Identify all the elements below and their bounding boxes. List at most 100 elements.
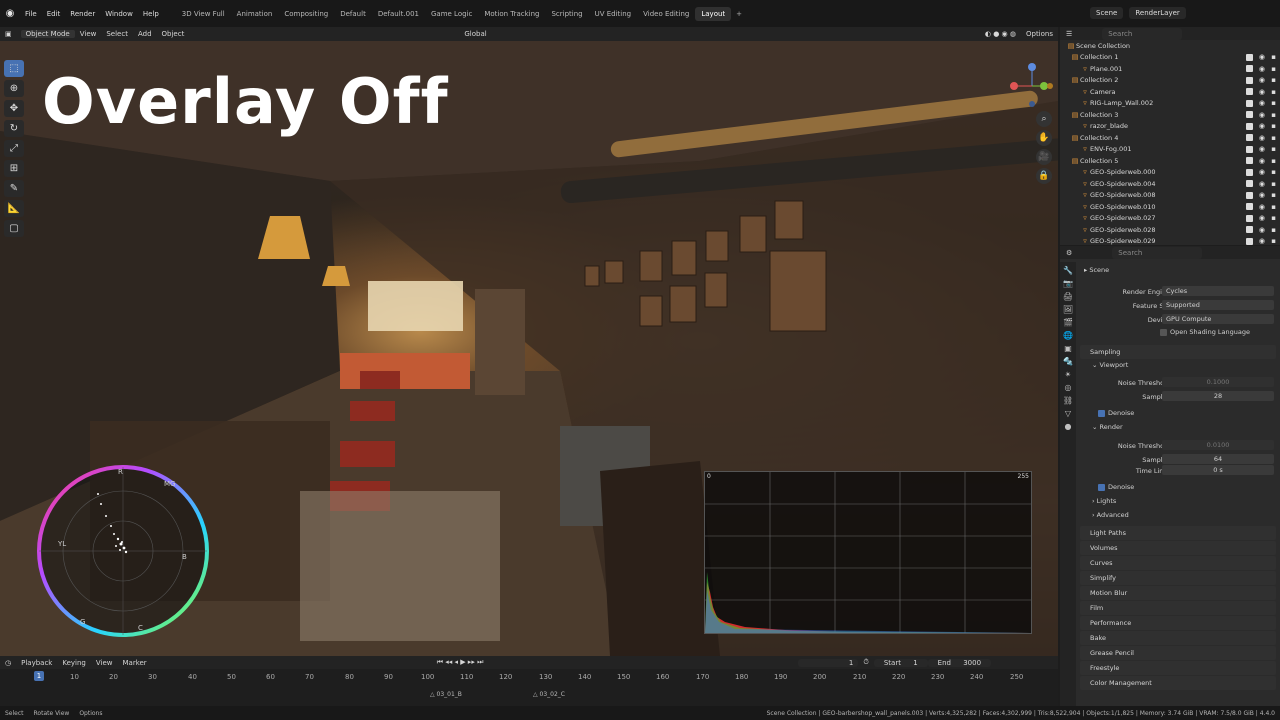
exclude-checkbox[interactable] xyxy=(1246,53,1253,61)
render-camera-icon[interactable]: ▪ xyxy=(1271,157,1276,165)
render-camera-icon[interactable]: ▪ xyxy=(1271,134,1276,142)
exclude-checkbox[interactable] xyxy=(1246,65,1253,73)
tab-game-logic[interactable]: Game Logic xyxy=(425,7,478,21)
lock-icon[interactable]: 🔒 xyxy=(1036,168,1052,184)
menu-edit[interactable]: Edit xyxy=(42,10,66,18)
measure-tool-icon[interactable]: 📐 xyxy=(4,200,24,217)
tab-motion-tracking[interactable]: Motion Tracking xyxy=(478,7,545,21)
eye-icon[interactable]: ◉ xyxy=(1259,99,1265,107)
section-grease-pencil[interactable]: Grease Pencil xyxy=(1080,646,1276,660)
outliner-row[interactable]: ▿ RIG-Lamp_Wall.002 ◉ ▪ xyxy=(1060,98,1280,110)
section-motion-blur[interactable]: Motion Blur xyxy=(1080,586,1276,600)
exclude-checkbox[interactable] xyxy=(1246,191,1253,199)
exclude-checkbox[interactable] xyxy=(1246,111,1253,119)
menu-timeline-view[interactable]: View xyxy=(91,659,118,667)
menu-file[interactable]: File xyxy=(20,10,42,18)
vp-noise-field[interactable]: 0.1000 xyxy=(1162,377,1274,387)
exclude-checkbox[interactable] xyxy=(1246,180,1253,188)
transform-orientation-dropdown[interactable]: Global xyxy=(459,30,491,38)
annotate-tool-icon[interactable]: ✎ xyxy=(4,180,24,197)
outliner-row[interactable]: ▿ GEO-Spiderweb.027 ◉ ▪ xyxy=(1060,213,1280,225)
current-frame-field[interactable]: 1 xyxy=(798,658,859,667)
scene-field[interactable]: Scene xyxy=(1090,7,1124,19)
menu-window[interactable]: Window xyxy=(100,10,138,18)
section-color-management[interactable]: Color Management xyxy=(1080,676,1276,690)
render-camera-icon[interactable]: ▪ xyxy=(1271,203,1276,211)
section-volumes[interactable]: Volumes xyxy=(1080,541,1276,555)
exclude-checkbox[interactable] xyxy=(1246,203,1253,211)
eye-icon[interactable]: ◉ xyxy=(1259,157,1265,165)
section-light-paths[interactable]: Light Paths xyxy=(1080,526,1276,540)
add-cube-tool-icon[interactable]: ▢ xyxy=(4,220,24,237)
pan-hand-icon[interactable]: ✋ xyxy=(1036,130,1052,146)
tab-layout[interactable]: Layout xyxy=(695,6,732,21)
render-camera-icon[interactable]: ▪ xyxy=(1271,122,1276,130)
menu-object[interactable]: Object xyxy=(157,30,190,38)
menu-help[interactable]: Help xyxy=(138,10,164,18)
section-bake[interactable]: Bake xyxy=(1080,631,1276,645)
exclude-checkbox[interactable] xyxy=(1246,99,1253,107)
playback-controls[interactable]: ⏮ ◂◂ ◂ ▶ ▸▸ ⏭ xyxy=(432,658,489,667)
move-tool-icon[interactable]: ✥ xyxy=(4,100,24,117)
eye-icon[interactable]: ◉ xyxy=(1259,168,1265,176)
scale-tool-icon[interactable]: ⤢ xyxy=(4,140,24,157)
menu-select[interactable]: Select xyxy=(101,30,133,38)
tab-default-001[interactable]: Default.001 xyxy=(372,7,425,21)
options-button[interactable]: Options xyxy=(1021,30,1058,38)
menu-playback[interactable]: Playback xyxy=(16,659,57,667)
blender-logo-icon[interactable]: ◉ xyxy=(0,8,20,19)
outliner-row[interactable]: ▿ ENV-Fog.001 ◉ ▪ xyxy=(1060,144,1280,156)
section-film[interactable]: Film xyxy=(1080,601,1276,615)
material-tab-icon[interactable]: ● xyxy=(1065,422,1072,431)
outliner-row[interactable]: ▿ GEO-Spiderweb.004 ◉ ▪ xyxy=(1060,178,1280,190)
tool-tab-icon[interactable]: 🔧 xyxy=(1063,266,1073,275)
marker[interactable]: △ 03_01_B xyxy=(430,691,462,698)
object-mode-dropdown[interactable]: Object Mode xyxy=(20,30,75,38)
render-camera-icon[interactable]: ▪ xyxy=(1271,180,1276,188)
outliner-row[interactable]: ▿ GEO-Spiderweb.008 ◉ ▪ xyxy=(1060,190,1280,202)
view-layer-field[interactable]: RenderLayer xyxy=(1129,7,1186,19)
menu-render[interactable]: Render xyxy=(65,10,100,18)
playhead[interactable]: 1 xyxy=(34,671,44,681)
eye-icon[interactable]: ◉ xyxy=(1259,134,1265,142)
eye-icon[interactable]: ◉ xyxy=(1259,76,1265,84)
outliner-editor-icon[interactable]: ☰ xyxy=(1066,30,1072,38)
constraints-tab-icon[interactable]: ⛓ xyxy=(1063,396,1073,405)
vp-samples-field[interactable]: 28 xyxy=(1162,391,1274,401)
cursor-tool-icon[interactable]: ⊕ xyxy=(4,80,24,97)
eye-icon[interactable]: ◉ xyxy=(1259,145,1265,153)
eye-icon[interactable]: ◉ xyxy=(1259,53,1265,61)
object-tab-icon[interactable]: ▣ xyxy=(1064,344,1072,353)
marker[interactable]: △ 03_02_C xyxy=(533,691,565,698)
device-dropdown[interactable]: GPU Compute xyxy=(1162,314,1274,324)
menu-add[interactable]: Add xyxy=(133,30,157,38)
data-tab-icon[interactable]: ▽ xyxy=(1065,409,1071,418)
end-frame-field[interactable]: End 3000 xyxy=(927,658,992,667)
tab-default[interactable]: Default xyxy=(334,7,372,21)
exclude-checkbox[interactable] xyxy=(1246,214,1253,222)
advanced-subsection[interactable]: › Advanced xyxy=(1092,511,1129,519)
exclude-checkbox[interactable] xyxy=(1246,145,1253,153)
properties-search-input[interactable]: Search xyxy=(1112,246,1203,259)
timeline-editor-icon[interactable]: ◷ xyxy=(0,659,16,667)
particles-tab-icon[interactable]: ✴ xyxy=(1065,370,1072,379)
render-tab-icon[interactable]: 📷 xyxy=(1063,279,1073,288)
editor-type-icon[interactable]: ▣ xyxy=(0,30,17,38)
exclude-checkbox[interactable] xyxy=(1246,157,1253,165)
r-denoise-checkbox[interactable]: Denoise xyxy=(1098,483,1134,491)
vp-denoise-checkbox[interactable]: Denoise xyxy=(1098,409,1134,417)
transform-tool-icon[interactable]: ⊞ xyxy=(4,160,24,177)
outliner-row[interactable]: ▿ Camera ◉ ▪ xyxy=(1060,86,1280,98)
stopwatch-icon[interactable]: ⏱ xyxy=(858,658,873,667)
output-tab-icon[interactable]: 🖨 xyxy=(1063,292,1073,301)
outliner-row[interactable]: ▿ Plane.001 ◉ ▪ xyxy=(1060,63,1280,75)
eye-icon[interactable]: ◉ xyxy=(1259,88,1265,96)
outliner-row[interactable]: ▿ GEO-Spiderweb.010 ◉ ▪ xyxy=(1060,201,1280,213)
eye-icon[interactable]: ◉ xyxy=(1259,111,1265,119)
render-camera-icon[interactable]: ▪ xyxy=(1271,226,1276,234)
tab-compositing[interactable]: Compositing xyxy=(278,7,334,21)
eye-icon[interactable]: ◉ xyxy=(1259,214,1265,222)
view-layer-tab-icon[interactable]: 🖼 xyxy=(1063,305,1073,314)
physics-tab-icon[interactable]: ◎ xyxy=(1065,383,1072,392)
outliner-row[interactable]: ▤ Collection 4 ◉ ▪ xyxy=(1060,132,1280,144)
